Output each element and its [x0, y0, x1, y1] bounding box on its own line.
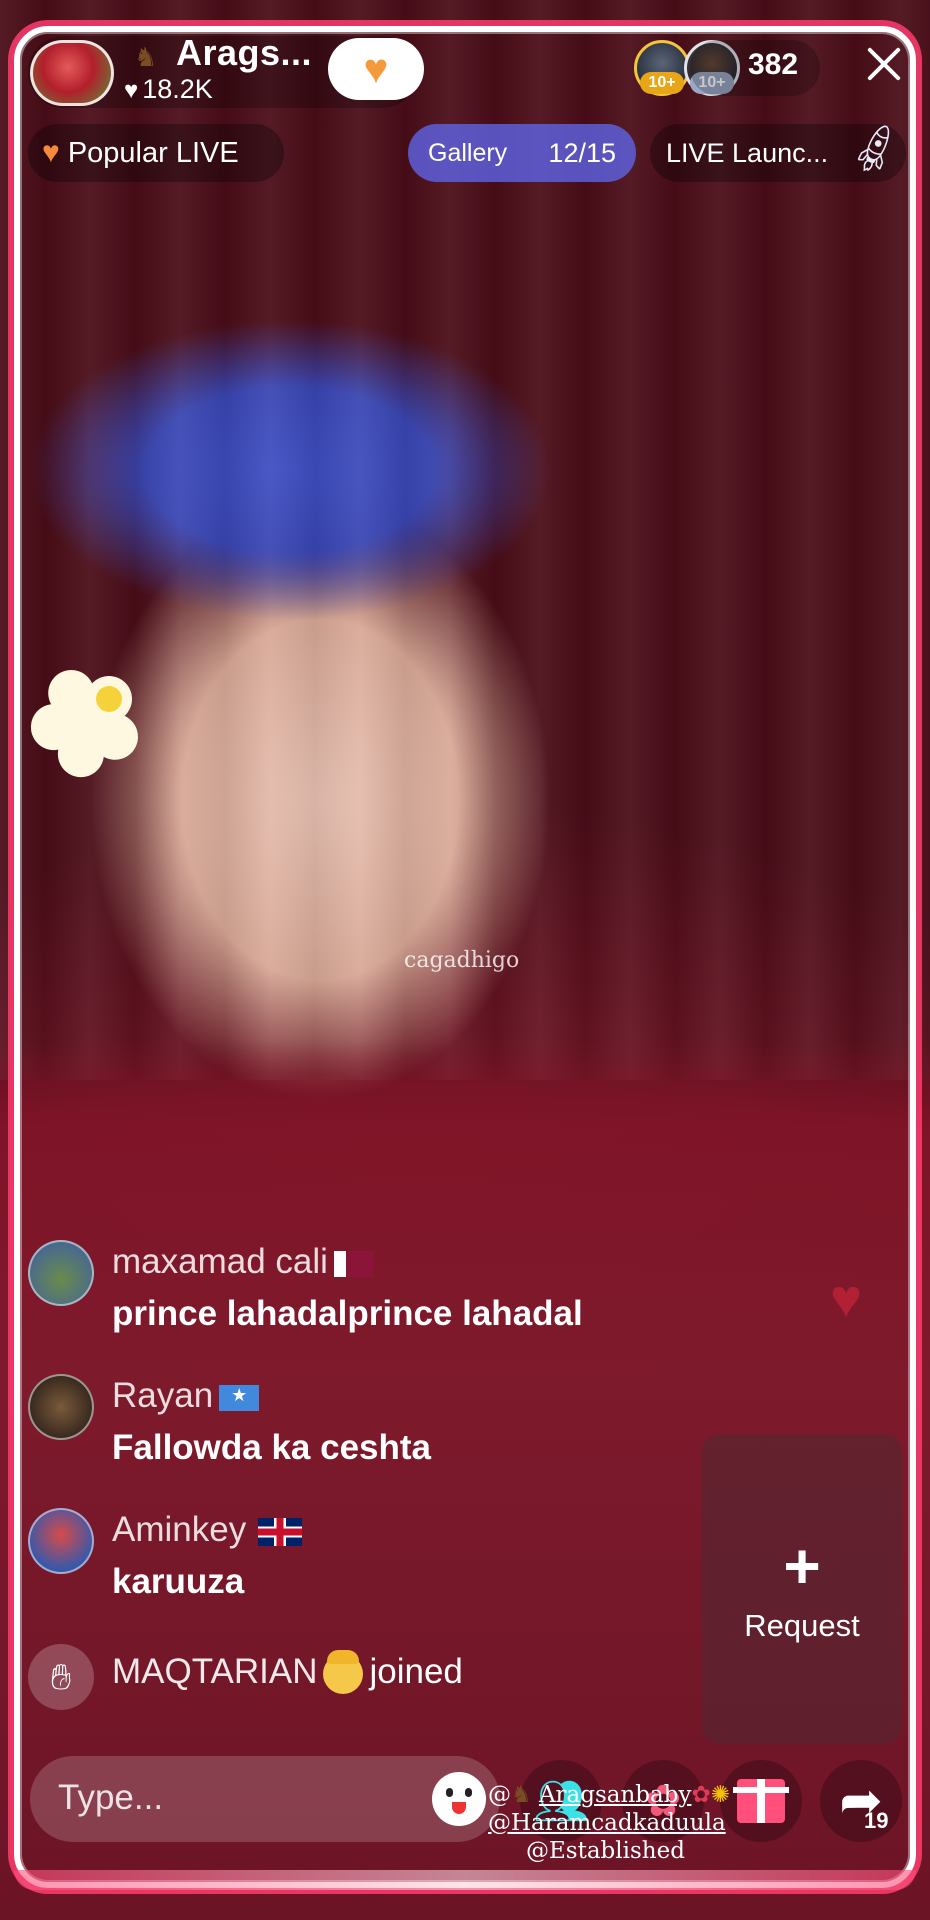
comment-placeholder: Type... [58, 1778, 164, 1817]
chat-message: maxamad cali prince lahadalprince lahada… [28, 1240, 688, 1350]
plus-icon: + [783, 1530, 821, 1602]
live-launch-label: LIVE Launc... [666, 137, 829, 168]
chat-message: Rayan Fallowda ka ceshta [28, 1374, 688, 1484]
joined-username[interactable]: MAQTARIAN [112, 1652, 317, 1691]
video-credits: @♞ Aragsanbaby✿✺ @Haramcadkaduula @Estab… [488, 1782, 730, 1866]
credit-line-1: @♞ Aragsanbaby✿✺ [488, 1782, 731, 1808]
follow-button[interactable]: ♥ 1 [328, 38, 424, 100]
gift-button[interactable] [720, 1760, 802, 1842]
host-likes-count: 18.2K [142, 74, 213, 104]
request-button[interactable]: + Request [702, 1434, 902, 1744]
wave-icon: ✋︎ [28, 1644, 94, 1710]
floating-heart-icon: ♥ [830, 1269, 863, 1329]
video-watermark: cagadhigo [404, 948, 520, 973]
follow-heart-icon: ♥ [363, 45, 389, 92]
host-name[interactable]: Arags... [176, 32, 312, 74]
joined-text: MAQTARIAN joined [112, 1649, 463, 1694]
host-likes: ♥ 18.2K [124, 74, 213, 105]
join-notification: ✋︎ MAQTARIAN joined [28, 1644, 688, 1714]
chat-username[interactable]: Rayan [112, 1376, 260, 1416]
follow-badge-count: 1 [392, 76, 400, 92]
somalia-flag-icon [219, 1384, 260, 1411]
emoji-icon[interactable] [432, 1772, 486, 1826]
qatar-flag-icon [333, 1250, 374, 1277]
gallery-button[interactable]: Gallery 12/15 [408, 124, 636, 182]
close-icon[interactable] [864, 44, 904, 84]
flower-decoration [21, 640, 170, 787]
uk-flag-icon [258, 1517, 303, 1546]
rose-small-icon: ✿ [691, 1782, 711, 1808]
chat-username[interactable]: Aminkey [112, 1510, 303, 1550]
heart-icon: ♥ [124, 77, 139, 104]
gallery-label: Gallery [428, 138, 508, 167]
popular-live-button[interactable]: ♥ Popular LIVE [28, 124, 284, 182]
host-avatar[interactable] [30, 40, 114, 106]
gift-icon [733, 1779, 789, 1823]
credit-name-1: Aragsanbaby [538, 1782, 692, 1808]
joined-word: joined [369, 1652, 463, 1691]
chat-message: Aminkey karuuza [28, 1508, 688, 1618]
credit-line-2: @Haramcadkaduula [488, 1810, 726, 1836]
credit-line-3: @Established [526, 1838, 685, 1864]
share-button[interactable]: ➦ [820, 1760, 902, 1842]
chat-avatar[interactable] [28, 1240, 94, 1306]
chat-username[interactable]: maxamad cali [112, 1242, 374, 1282]
request-label: Request [744, 1608, 860, 1643]
horse-icon: ♞ [134, 42, 158, 72]
viewer-count[interactable]: 382 [748, 48, 798, 82]
horse-small-icon: ♞ [511, 1782, 532, 1808]
popular-live-label: Popular LIVE [67, 136, 239, 169]
emoji-face-icon [323, 1649, 364, 1694]
chat-text: karuuza [112, 1562, 245, 1601]
chat-text: prince lahadalprince lahadal [112, 1294, 583, 1333]
gallery-count: 12/15 [548, 137, 616, 168]
chat-avatar[interactable] [28, 1508, 94, 1574]
frame-bottom-glow [14, 1870, 916, 1890]
chat-avatar[interactable] [28, 1374, 94, 1440]
broken-heart-icon: ♥ [42, 136, 60, 169]
top-viewer-badge-1: 10+ [640, 72, 684, 94]
sunflower-icon: ✺ [710, 1782, 731, 1808]
chat-text: Fallowda ka ceshta [112, 1428, 432, 1467]
share-count: 19 [864, 1808, 889, 1833]
